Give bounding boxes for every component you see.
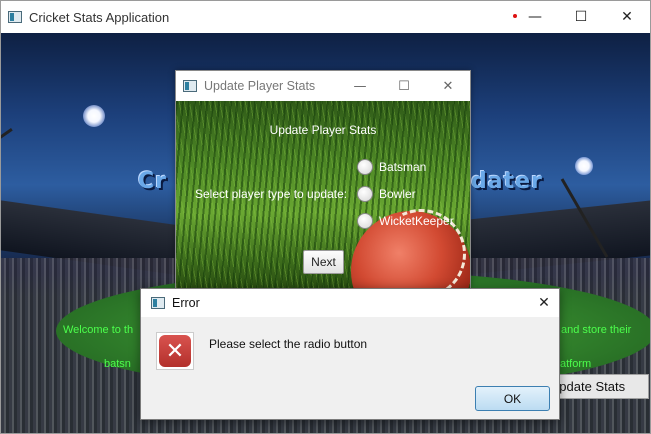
update-player-stats-dialog: Update Player Stats — ☐ ✕ Update Player … bbox=[175, 70, 471, 288]
radio-option-batsman[interactable]: Batsman bbox=[357, 159, 426, 175]
app-window-icon bbox=[8, 11, 22, 23]
main-window-controls: — ☐ ✕ bbox=[512, 1, 650, 33]
platform-text-right: atform bbox=[560, 358, 592, 370]
update-dialog-controls: — ☐ ✕ bbox=[338, 71, 470, 103]
error-x-glyph: ✕ bbox=[159, 335, 191, 367]
radio-option-wicketkeeper[interactable]: WicketKeeper bbox=[357, 213, 454, 229]
error-dialog-titlebar[interactable]: Error ✕ bbox=[141, 289, 559, 317]
floodlight-pole-left bbox=[1, 128, 13, 200]
error-dialog: Error ✕ ✕ Please select the radio button… bbox=[140, 288, 560, 420]
radio-label: WicketKeeper bbox=[379, 214, 454, 228]
maximize-icon[interactable]: ☐ bbox=[382, 71, 426, 101]
grass-background-image: Update Player Stats Select player type t… bbox=[176, 101, 470, 288]
floodlight-right-icon bbox=[575, 157, 593, 175]
background-heading-right: dater bbox=[471, 169, 543, 194]
update-dialog-titlebar[interactable]: Update Player Stats — ☐ ✕ bbox=[176, 71, 470, 101]
error-message: Please select the radio button bbox=[209, 337, 368, 351]
background-heading-left: Cr bbox=[138, 169, 167, 194]
next-button[interactable]: Next bbox=[303, 250, 344, 274]
radio-label: Batsman bbox=[379, 160, 427, 174]
update-dialog-title: Update Player Stats bbox=[204, 79, 316, 93]
minimize-icon[interactable]: — bbox=[338, 71, 382, 101]
floodlight-left-icon bbox=[83, 105, 105, 127]
close-icon[interactable]: ✕ bbox=[529, 289, 559, 317]
close-icon[interactable]: ✕ bbox=[604, 1, 650, 33]
radio-option-bowler[interactable]: Bowler bbox=[357, 186, 416, 202]
radio-button[interactable] bbox=[357, 186, 373, 202]
error-x-icon: ✕ bbox=[156, 332, 194, 370]
radio-button[interactable] bbox=[357, 159, 373, 175]
player-type-prompt: Select player type to update: bbox=[195, 187, 348, 201]
update-dialog-heading: Update Player Stats bbox=[269, 123, 377, 137]
radio-label: Bowler bbox=[379, 187, 416, 201]
main-titlebar[interactable]: Cricket Stats Application — ☐ ✕ bbox=[1, 1, 650, 33]
platform-text-left: batsn bbox=[104, 358, 131, 370]
close-icon[interactable]: ✕ bbox=[426, 71, 470, 101]
main-window-title: Cricket Stats Application bbox=[29, 9, 170, 25]
dialog-window-icon bbox=[151, 297, 165, 309]
maximize-icon[interactable]: ☐ bbox=[558, 1, 604, 33]
dialog-window-icon bbox=[183, 80, 197, 92]
welcome-text-left: Welcome to th bbox=[63, 324, 134, 336]
error-dialog-title: Error bbox=[172, 296, 200, 310]
welcome-text-right: and store their bbox=[561, 324, 632, 336]
ok-button[interactable]: OK bbox=[475, 386, 550, 411]
minimize-icon[interactable]: — bbox=[512, 1, 558, 33]
radio-button[interactable] bbox=[357, 213, 373, 229]
